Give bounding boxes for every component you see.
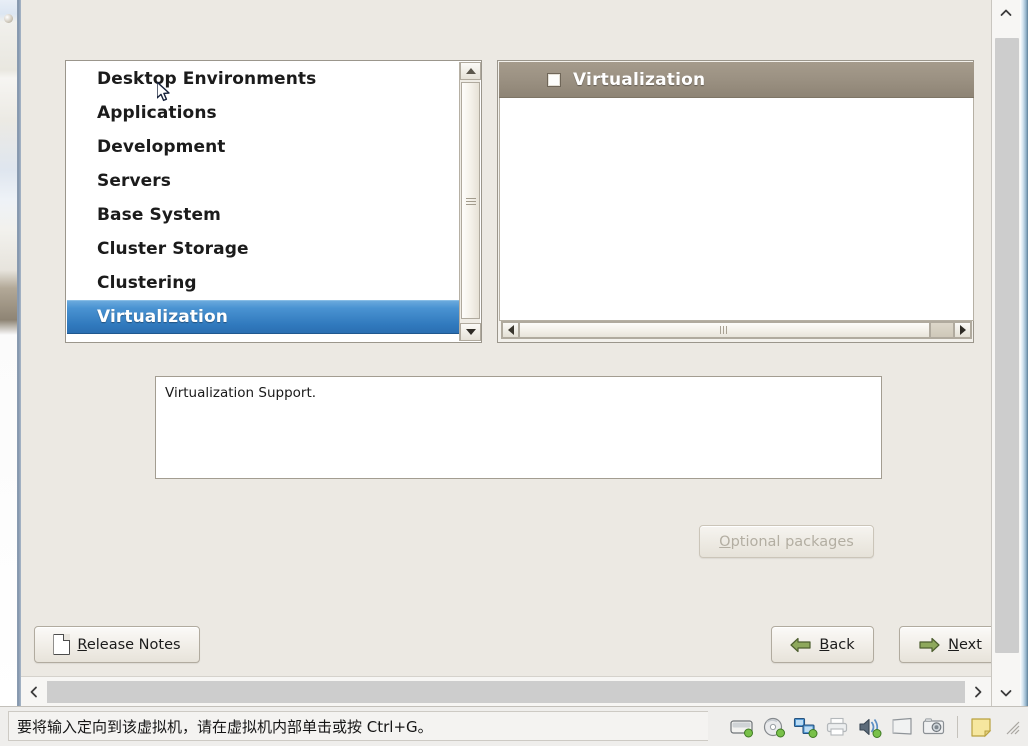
vm-window-right-edge	[1020, 0, 1028, 706]
group-item-label: Servers	[97, 171, 171, 191]
back-label: ack	[829, 636, 855, 653]
triangle-up-icon	[465, 68, 476, 74]
group-description-text: Virtualization Support.	[165, 385, 317, 401]
release-notes-button[interactable]: Release Notes	[34, 626, 200, 663]
arrow-right-icon	[919, 637, 940, 652]
vm-window-horizontal-scrollbar[interactable]	[21, 676, 991, 706]
vm-status-bar: 要将输入定向到该虚拟机，请在虚拟机内部单击或按 Ctrl+G。	[0, 706, 1028, 746]
harddisk-icon[interactable]	[729, 716, 755, 738]
optional-packages-button[interactable]: Optional packages	[699, 525, 874, 558]
scroll-left-button[interactable]	[502, 322, 519, 338]
vm-scroll-down-button[interactable]	[992, 680, 1020, 706]
package-detail-panel: Virtualization	[497, 60, 974, 343]
back-button[interactable]: Back	[771, 626, 874, 663]
group-item-base-system[interactable]: Base System	[67, 198, 461, 232]
vm-vscrollbar-thumb[interactable]	[995, 38, 1019, 653]
triangle-left-icon	[507, 325, 514, 335]
scroll-down-button[interactable]	[460, 323, 481, 341]
package-group-checkbox[interactable]	[547, 72, 561, 87]
group-item-label: Applications	[97, 103, 217, 123]
optional-packages-mnemonic: O	[719, 533, 731, 550]
camera-icon[interactable]	[921, 716, 947, 738]
vm-guest-screen: Desktop Environments Applications Develo…	[21, 0, 991, 676]
triangle-down-icon	[465, 329, 476, 335]
status-separator	[957, 716, 958, 738]
arrow-left-icon	[790, 637, 811, 652]
package-panel-title: Virtualization	[573, 69, 706, 90]
group-item-virtualization[interactable]: Virtualization	[67, 300, 461, 334]
group-item-label: Desktop Environments	[97, 69, 317, 89]
package-group-list[interactable]: Desktop Environments Applications Develo…	[67, 62, 461, 341]
network-icon[interactable]	[793, 716, 819, 738]
vm-scroll-right-button[interactable]	[965, 677, 991, 706]
group-item-desktop-environments[interactable]: Desktop Environments	[67, 62, 461, 96]
printer-icon[interactable]	[825, 716, 851, 738]
vm-device-icons	[729, 713, 1020, 741]
group-item-label: Base System	[97, 205, 221, 225]
mouse-cursor-icon	[157, 82, 170, 102]
screen-root: Desktop Environments Applications Develo…	[0, 0, 1028, 746]
group-item-label: Cluster Storage	[97, 239, 249, 259]
group-item-label: Clustering	[97, 273, 197, 293]
release-notes-mnemonic: R	[77, 636, 87, 653]
scrollbar-grip-icon	[466, 196, 476, 206]
sound-icon[interactable]	[857, 716, 883, 738]
vm-scroll-up-button[interactable]	[992, 0, 1020, 26]
package-group-list-frame: Desktop Environments Applications Develo…	[65, 60, 482, 343]
scrollbar-grip-icon	[719, 326, 730, 334]
background-window-sliver	[0, 0, 18, 706]
note-icon[interactable]	[968, 716, 994, 738]
vm-window-vertical-scrollbar[interactable]	[991, 0, 1020, 706]
back-mnemonic: B	[819, 636, 830, 653]
group-item-label: Virtualization	[97, 307, 228, 327]
usb-display-icon[interactable]	[889, 716, 915, 738]
group-item-clustering[interactable]: Clustering	[67, 266, 461, 300]
group-item-cluster-storage[interactable]: Cluster Storage	[67, 232, 461, 266]
vm-scroll-left-button[interactable]	[21, 677, 47, 706]
scrollbar-thumb[interactable]	[519, 322, 930, 338]
chevron-up-icon	[1000, 9, 1012, 16]
group-item-servers[interactable]: Servers	[67, 164, 461, 198]
next-label: ext	[958, 636, 982, 653]
package-list-area[interactable]	[499, 98, 974, 321]
scrollbar-track-remainder[interactable]	[930, 322, 954, 338]
document-icon	[53, 634, 71, 655]
scroll-right-button[interactable]	[954, 322, 971, 338]
vm-status-message: 要将输入定向到该虚拟机，请在虚拟机内部单击或按 Ctrl+G。	[17, 717, 433, 736]
triangle-right-icon	[959, 325, 966, 335]
cdrom-icon[interactable]	[761, 716, 787, 738]
group-list-vertical-scrollbar[interactable]	[459, 62, 481, 341]
chevron-right-icon	[975, 686, 982, 697]
vm-hscrollbar-thumb[interactable]	[47, 681, 965, 703]
chevron-down-icon	[1000, 690, 1012, 697]
scroll-up-button[interactable]	[460, 62, 481, 80]
background-window-dot-icon	[4, 14, 13, 23]
chevron-left-icon	[30, 686, 37, 697]
optional-packages-label: ptional packages	[730, 533, 854, 550]
next-button[interactable]: Next	[899, 626, 991, 663]
group-item-applications[interactable]: Applications	[67, 96, 461, 130]
package-panel-horizontal-scrollbar[interactable]	[501, 321, 972, 339]
release-notes-label: elease Notes	[86, 636, 181, 653]
scrollbar-thumb[interactable]	[461, 82, 480, 319]
group-item-development[interactable]: Development	[67, 130, 461, 164]
group-item-label: Development	[97, 137, 226, 157]
vm-status-message-area: 要将输入定向到该虚拟机，请在虚拟机内部单击或按 Ctrl+G。	[8, 711, 708, 741]
package-panel-header[interactable]: Virtualization	[499, 62, 974, 98]
group-description-box: Virtualization Support.	[155, 376, 882, 479]
window-resize-grip[interactable]	[1004, 719, 1020, 735]
next-mnemonic: N	[948, 636, 959, 653]
